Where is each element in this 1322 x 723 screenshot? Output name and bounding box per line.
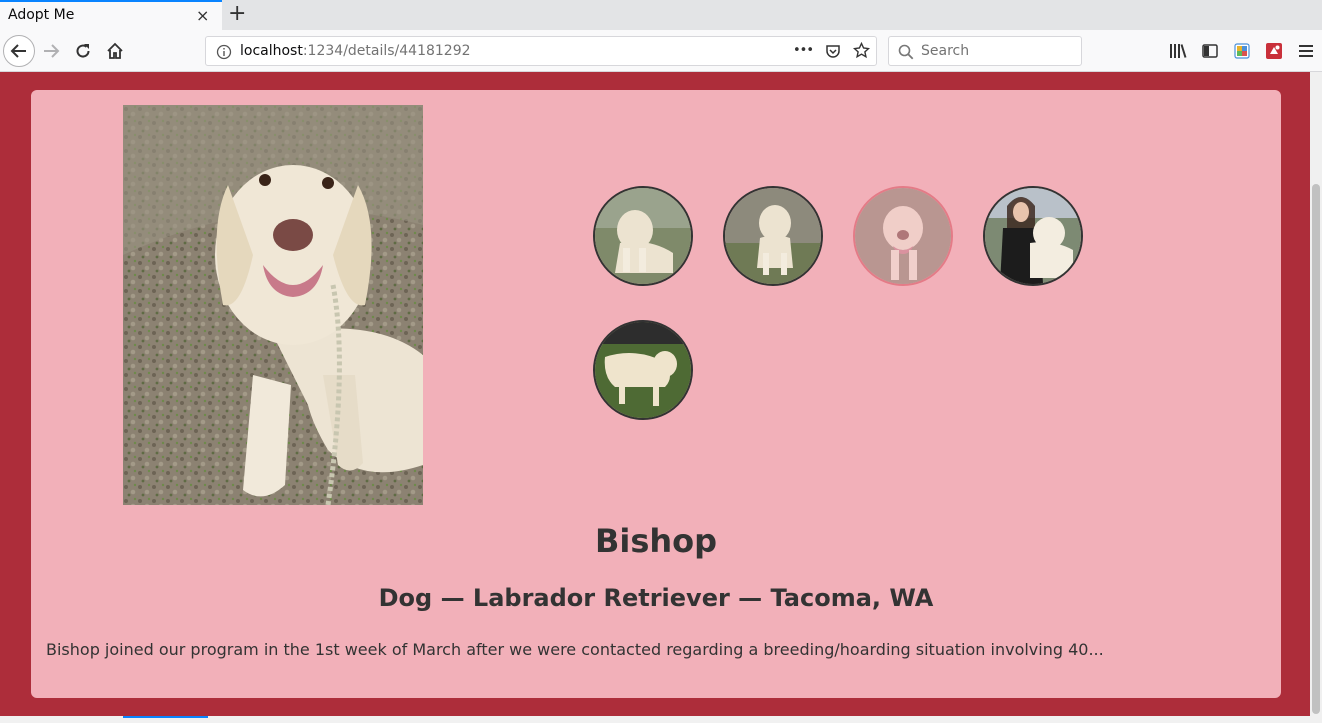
page-content: Bishop Dog — Labrador Retriever — Tacoma… bbox=[0, 72, 1322, 723]
browser-tab-active[interactable]: Adopt Me × bbox=[0, 0, 222, 30]
loading-indicator bbox=[123, 716, 208, 718]
url-host: localhost bbox=[240, 43, 303, 59]
forward-arrow-icon bbox=[44, 44, 60, 58]
toolbar-right bbox=[1162, 35, 1322, 67]
url-actions: ••• bbox=[793, 42, 870, 59]
pet-details-card: Bishop Dog — Labrador Retriever — Tacoma… bbox=[31, 90, 1281, 698]
site-info-icon[interactable] bbox=[216, 44, 232, 64]
search-bar[interactable] bbox=[888, 36, 1082, 66]
pet-description: Bishop joined our program in the 1st wee… bbox=[46, 640, 1104, 659]
home-button[interactable] bbox=[99, 35, 131, 67]
back-button[interactable] bbox=[3, 35, 35, 67]
menu-button[interactable] bbox=[1290, 35, 1322, 67]
search-input[interactable] bbox=[921, 43, 1071, 59]
url-path: :1234/details/44181292 bbox=[302, 43, 471, 59]
extension-button-1[interactable] bbox=[1226, 35, 1258, 67]
url-bar[interactable]: localhost:1234/details/44181292 ••• bbox=[205, 36, 877, 66]
page-scrollbar[interactable] bbox=[1310, 72, 1322, 723]
url-text[interactable]: localhost:1234/details/44181292 bbox=[240, 43, 471, 59]
reload-icon bbox=[76, 44, 90, 58]
pet-name: Bishop bbox=[594, 522, 718, 560]
devtools-extension-icon bbox=[1266, 43, 1282, 59]
page-actions-menu-icon[interactable]: ••• bbox=[793, 43, 814, 58]
pet-thumbnail[interactable] bbox=[593, 186, 693, 286]
tab-strip: Adopt Me × + bbox=[0, 0, 1322, 30]
color-extension-icon bbox=[1234, 43, 1250, 59]
extension-button-2[interactable] bbox=[1258, 35, 1290, 67]
reload-button[interactable] bbox=[67, 35, 99, 67]
search-icon bbox=[898, 44, 914, 60]
bookmark-star-icon[interactable] bbox=[853, 42, 870, 59]
sidebar-icon bbox=[1202, 44, 1218, 58]
pocket-icon[interactable] bbox=[825, 43, 841, 59]
pet-thumbnail[interactable] bbox=[593, 320, 693, 420]
sidebar-button[interactable] bbox=[1194, 35, 1226, 67]
pet-thumbnail[interactable] bbox=[983, 186, 1083, 286]
hamburger-menu-icon bbox=[1299, 45, 1313, 57]
back-arrow-icon bbox=[10, 44, 26, 58]
navigation-bar: localhost:1234/details/44181292 ••• bbox=[0, 30, 1322, 72]
pet-hero-photo bbox=[123, 105, 423, 505]
scrollbar-thumb[interactable] bbox=[1312, 184, 1320, 714]
library-icon bbox=[1170, 44, 1187, 58]
pet-thumbnail-active[interactable] bbox=[853, 186, 953, 286]
pet-thumbnail[interactable] bbox=[723, 186, 823, 286]
new-tab-button[interactable]: + bbox=[228, 1, 246, 26]
bottom-strip bbox=[0, 716, 1310, 723]
pet-breed-location: Dog — Labrador Retriever — Tacoma, WA bbox=[378, 584, 934, 612]
tab-title: Adopt Me bbox=[8, 7, 75, 23]
library-button[interactable] bbox=[1162, 35, 1194, 67]
forward-button[interactable] bbox=[35, 35, 67, 67]
tab-close-icon[interactable]: × bbox=[196, 6, 209, 25]
home-icon bbox=[107, 42, 123, 59]
